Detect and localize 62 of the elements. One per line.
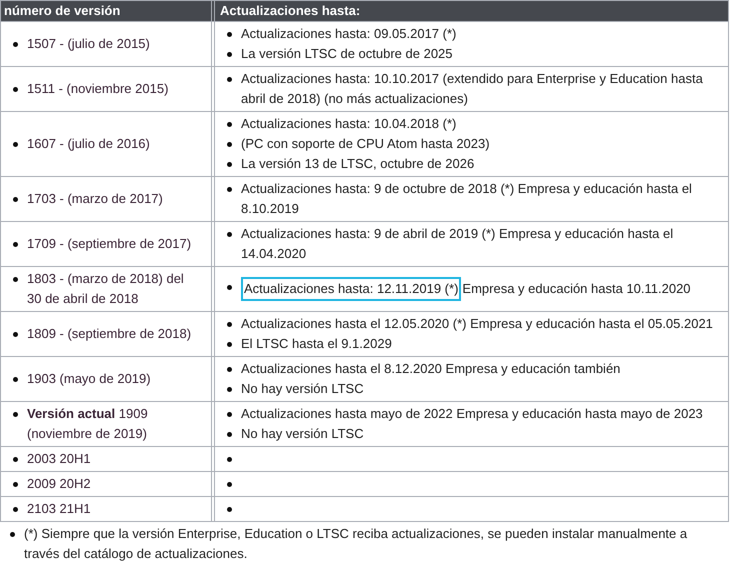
bullet-icon	[227, 232, 232, 237]
update-text: Actualizaciones hasta: 9 de octubre de 2018 (*) Empresa y educación hasta el 8.10.2019	[241, 180, 693, 218]
bullet-icon	[13, 412, 18, 417]
update-text: Actualizaciones hasta: 10.04.2018 (*)	[241, 115, 456, 133]
version-text: Versión actual 1909 (noviembre de 2019)	[27, 405, 149, 443]
version-text: 1607 - (julio de 2016)	[27, 135, 150, 153]
bullet-icon	[227, 342, 232, 347]
bullet-icon	[227, 77, 232, 82]
update-text: Actualizaciones hasta: 10.10.2017 (extendido para Enterprise y Education hasta abril de 2018) (no más actualizaciones)	[241, 70, 704, 108]
bullet-icon	[227, 187, 232, 192]
update-text: Actualizaciones hasta el 12.05.2020 (*) Empresa y educación hasta el 05.05.2021	[241, 315, 713, 333]
bullet-icon	[227, 322, 232, 327]
update-text: La versión 13 de LTSC, octubre de 2026	[241, 155, 474, 173]
bullet-icon	[227, 482, 232, 487]
column-header: número de versión	[1, 1, 215, 21]
bullet-icon	[13, 87, 18, 92]
bullet-icon	[13, 377, 18, 382]
version-text: 1703 - (marzo de 2017)	[27, 190, 163, 208]
bullet-icon	[13, 277, 18, 282]
bullet-icon	[13, 242, 18, 247]
bullet-icon	[227, 122, 232, 127]
version-text: 1709 - (septiembre de 2017)	[27, 235, 192, 253]
update-text: Actualizaciones hasta mayo de 2022 Empresa y educación hasta mayo de 2023	[241, 405, 703, 423]
bullet-icon	[227, 285, 232, 290]
update-text: (PC con soporte de CPU Atom hasta 2023)	[241, 135, 490, 153]
update-text: No hay versión LTSC	[241, 425, 364, 443]
version-text: 2003 20H1	[27, 450, 91, 468]
update-text: Actualizaciones hasta el 8.12.2020 Empresa y educación también	[241, 360, 620, 378]
version-text: 1809 - (septiembre de 2018)	[27, 325, 192, 343]
update-text: La versión LTSC de octubre de 2025	[241, 45, 453, 63]
update-text: No hay versión LTSC	[241, 380, 364, 398]
version-text: 2009 20H2	[27, 475, 91, 493]
bullet-icon	[13, 332, 18, 337]
bullet-icon	[227, 367, 232, 372]
bullet-icon	[227, 387, 232, 392]
column-header: Actualizaciones hasta:	[219, 2, 362, 20]
bullet-icon	[227, 52, 232, 57]
bullet-icon	[13, 482, 18, 487]
bullet-icon	[227, 507, 232, 512]
bullet-icon	[13, 42, 18, 47]
version-text: 1507 - (julio de 2015)	[27, 35, 150, 53]
bullet-icon	[227, 457, 232, 462]
update-text: Empresa y educación hasta 10.11.2020	[462, 280, 691, 298]
bullet-icon	[10, 532, 15, 537]
footnote-text: (*) Siempre que la versión Enterprise, Education o LTSC reciba actualizaciones, se pueden instalar manualmente a través del catálogo de actualizaciones.	[24, 525, 688, 563]
update-text: El LTSC hasta el 9.1.2029	[241, 335, 392, 353]
bullet-icon	[227, 142, 232, 147]
update-text: Actualizaciones hasta: 09.05.2017 (*)	[241, 25, 456, 43]
bullet-icon	[13, 142, 18, 147]
bullet-icon	[227, 412, 232, 417]
update-text: Actualizaciones hasta: 9 de abril de 2019 (*) Empresa y educación hasta el 14.04.2020	[241, 225, 674, 263]
bullet-icon	[227, 32, 232, 37]
bullet-icon	[13, 457, 18, 462]
version-text: 1511 - (noviembre 2015)	[27, 80, 168, 98]
version-text: 1903 (mayo de 2019)	[27, 370, 151, 388]
version-text: 2103 21H1	[27, 500, 91, 518]
version-text: 1803 - (marzo de 2018) del 30 de abril de 2018	[27, 270, 185, 308]
bullet-icon	[227, 432, 232, 437]
bullet-icon	[13, 197, 18, 202]
bullet-icon	[13, 507, 18, 512]
highlighted-text: Actualizaciones hasta: 12.11.2019 (*)	[241, 277, 462, 301]
bullet-icon	[227, 162, 232, 167]
